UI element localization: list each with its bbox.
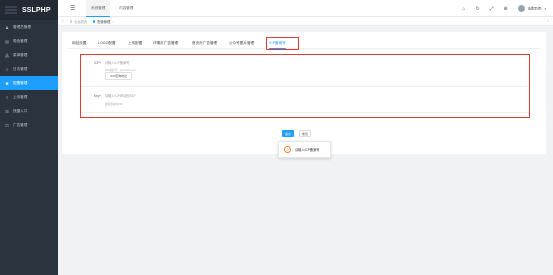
- sidebar-item-label: 管理员管理: [13, 24, 31, 29]
- chevron-down-icon: ▾: [544, 6, 546, 11]
- page-tabs: ‹ 后台首页 配置管理 × ›: [58, 17, 553, 26]
- warning-toast: ☺ 请输入ICP备案号: [278, 141, 331, 158]
- user-icon: ♟: [5, 24, 9, 30]
- sidebar-item-role[interactable]: ▤ 角色管理: [0, 34, 58, 48]
- chevron-left-icon[interactable]: ‹: [62, 18, 63, 23]
- icp-input[interactable]: 请输入ICP备案号: [105, 59, 163, 65]
- page-tab-config[interactable]: 配置管理 ×: [93, 17, 114, 26]
- reset-button[interactable]: 重置: [299, 130, 311, 137]
- topbar: ☰ 系统管理 内容管理 ⌂ ↻ ⤢ ⊕ admin ▾: [58, 0, 553, 17]
- sidebar-item-label: 广告管理: [13, 122, 28, 127]
- sidebar-menu: ♟ 管理员管理 ▤ 角色管理 ⁂ 菜单管理 ≡ 日志管理 ✱ 配置管理 ⇧ 上传管理 ⊞ 快捷…: [0, 20, 58, 132]
- logo-icon: [5, 6, 17, 15]
- menu-toggle-icon[interactable]: ☰: [70, 5, 75, 12]
- tab-system[interactable]: 系统管理: [86, 0, 111, 17]
- log-icon: ≡: [5, 66, 9, 72]
- tab-content[interactable]: 内容管理: [114, 0, 138, 17]
- icp-query-button[interactable]: ICP查询地址: [105, 72, 133, 80]
- shortcut-icon: ⊞: [5, 108, 9, 114]
- tab-dot-icon: [70, 20, 73, 23]
- sidebar: SSLPHP ♟ 管理员管理 ▤ 角色管理 ⁂ 菜单管理 ≡ 日志管理 ✱ 配置管理 ⇧ 上…: [0, 0, 58, 275]
- sidebar-item-log[interactable]: ≡ 日志管理: [0, 62, 58, 76]
- chevron-right-icon[interactable]: ›: [548, 18, 549, 23]
- close-icon[interactable]: ×: [112, 20, 114, 24]
- submit-button[interactable]: 提交: [282, 130, 294, 137]
- icp-form: ICP* 请输入ICP备案号 ICP备案号：xxxx-xxxx-xxx ICP查…: [80, 54, 530, 118]
- logo-text: SSLPHP: [22, 6, 51, 14]
- key-hint: 备案查询的KEY: [105, 103, 124, 106]
- tab-logo-config[interactable]: LOGO配置: [98, 38, 116, 49]
- warning-icon: ☺: [284, 146, 291, 153]
- topbar-actions: ⌂ ↻ ⤢ ⊕ admin ▾: [462, 0, 546, 17]
- config-tabs: 网站设置 LOGO配置 上传配置 详情页广告管理 首页页广告管理 公众号图片管理…: [68, 37, 540, 50]
- sidebar-item-label: 日志管理: [13, 66, 28, 71]
- field-divider: [81, 86, 529, 87]
- sidebar-item-shortcut[interactable]: ⊞ 快捷入口: [0, 104, 58, 118]
- field-divider: [81, 112, 529, 113]
- page-tab-home[interactable]: 后台首页: [70, 17, 87, 26]
- sidebar-item-label: 菜单管理: [13, 52, 28, 57]
- sidebar-item-admin[interactable]: ♟ 管理员管理: [0, 20, 58, 34]
- sidebar-item-upload[interactable]: ⇧ 上传管理: [0, 90, 58, 104]
- sidebar-item-label: 上传管理: [13, 94, 28, 99]
- home-icon[interactable]: ⌂: [462, 6, 465, 12]
- avatar: [517, 5, 525, 12]
- sidebar-item-label: 角色管理: [13, 38, 28, 43]
- username: admin: [527, 5, 542, 12]
- upload-icon: ⇧: [5, 94, 9, 100]
- key-label: Key*: [93, 94, 101, 98]
- tab-detail-ad[interactable]: 详情页广告管理: [153, 38, 178, 49]
- key-input[interactable]: 请输入ICP申请的KEY: [105, 92, 163, 98]
- gear-icon: ✱: [5, 80, 9, 86]
- sidebar-item-ad[interactable]: ⊡ 广告管理: [0, 118, 58, 132]
- tab-highlight-box: [266, 37, 299, 50]
- icp-label: ICP*: [94, 61, 101, 65]
- ad-icon: ⊡: [5, 122, 9, 128]
- tab-upload-config[interactable]: 上传配置: [128, 38, 142, 49]
- tab-wechat-image[interactable]: 公众号图片管理: [229, 38, 254, 49]
- logo[interactable]: SSLPHP: [0, 0, 58, 20]
- toast-message: 请输入ICP备案号: [295, 148, 320, 152]
- menu-icon: ⁂: [5, 52, 9, 58]
- refresh-icon[interactable]: ↻: [475, 6, 479, 12]
- sidebar-item-config[interactable]: ✱ 配置管理: [0, 76, 58, 90]
- user-menu[interactable]: admin ▾: [517, 5, 546, 12]
- sidebar-item-menu[interactable]: ⁂ 菜单管理: [0, 48, 58, 62]
- config-card: 网站设置 LOGO配置 上传配置 详情页广告管理 首页页广告管理 公众号图片管理…: [62, 32, 546, 154]
- sidebar-item-label: 配置管理: [13, 80, 28, 85]
- lock-icon[interactable]: ⊕: [504, 6, 508, 12]
- tab-site-settings[interactable]: 网站设置: [72, 38, 86, 49]
- tab-dot-icon: [93, 20, 96, 23]
- fullscreen-icon[interactable]: ⤢: [490, 6, 494, 12]
- tab-home-ad[interactable]: 首页页广告管理: [192, 38, 217, 49]
- role-icon: ▤: [5, 38, 9, 44]
- sidebar-item-label: 快捷入口: [13, 108, 28, 113]
